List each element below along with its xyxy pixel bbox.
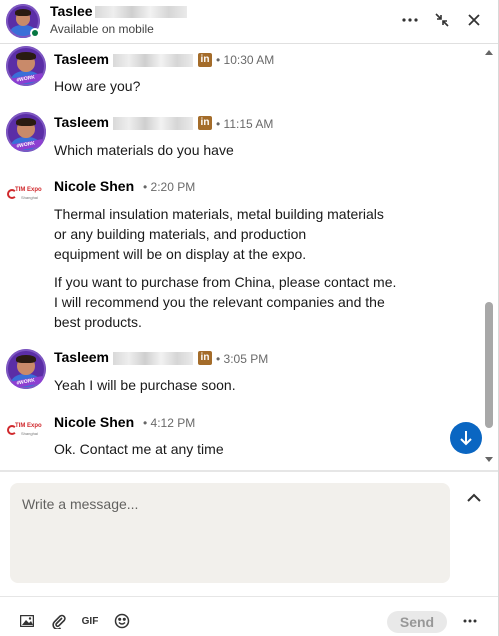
message-text: How are you? bbox=[54, 78, 141, 94]
message-input[interactable]: Write a message... bbox=[10, 483, 450, 583]
company-logo[interactable]: TIM Expo Shanghai bbox=[7, 186, 47, 206]
redacted-name bbox=[94, 6, 187, 19]
linkedin-premium-icon: in bbox=[198, 351, 212, 365]
sender-avatar[interactable]: #WORK bbox=[6, 46, 46, 86]
message-time: • 2:20 PM bbox=[143, 180, 196, 194]
message-text: Yeah I will be purchase soon. bbox=[54, 377, 236, 393]
jump-to-latest-button[interactable] bbox=[450, 422, 482, 454]
sender-name[interactable]: Tasleem bbox=[54, 114, 193, 130]
paperclip-icon bbox=[52, 614, 66, 629]
message-time: • 10:30 AM bbox=[216, 53, 275, 67]
minimize-button[interactable] bbox=[429, 8, 455, 32]
sender-name[interactable]: Tasleem bbox=[54, 51, 193, 67]
contact-status: Available on mobile bbox=[50, 22, 154, 36]
gif-button[interactable]: GIF bbox=[80, 612, 100, 630]
ellipsis-icon bbox=[463, 619, 477, 623]
message-time: • 3:05 PM bbox=[216, 352, 269, 366]
conversation-header: Taslee Available on mobile bbox=[0, 0, 499, 44]
message-time: • 11:15 AM bbox=[216, 117, 274, 131]
message-text: Which materials do you have bbox=[54, 142, 234, 158]
collapse-arrows-icon bbox=[435, 13, 449, 27]
sender-name[interactable]: Tasleem bbox=[54, 349, 193, 365]
ellipsis-icon bbox=[402, 18, 418, 22]
sender-avatar[interactable]: #WORK bbox=[6, 112, 46, 152]
more-options-button[interactable] bbox=[397, 8, 423, 32]
chevron-up-icon bbox=[467, 493, 481, 502]
message-text: Thermal insulation materials, metal buil… bbox=[54, 206, 397, 330]
scroll-up-arrow-icon[interactable] bbox=[485, 50, 493, 55]
online-status-icon bbox=[30, 28, 40, 38]
message-scrollbar[interactable] bbox=[483, 44, 495, 470]
image-icon bbox=[20, 615, 34, 627]
scrollbar-thumb[interactable] bbox=[485, 302, 493, 428]
redacted-name bbox=[113, 351, 193, 365]
company-logo[interactable]: TIM Expo Shanghai bbox=[7, 422, 47, 442]
toolbar-divider bbox=[0, 596, 499, 597]
contact-name[interactable]: Taslee bbox=[50, 3, 187, 19]
close-icon bbox=[468, 14, 480, 26]
message-time: • 4:12 PM bbox=[143, 416, 196, 430]
sender-name[interactable]: Nicole Shen bbox=[54, 178, 134, 194]
close-button[interactable] bbox=[461, 8, 487, 32]
smiley-icon bbox=[114, 613, 130, 629]
sender-name[interactable]: Nicole Shen bbox=[54, 414, 134, 430]
send-button[interactable]: Send bbox=[387, 611, 447, 633]
linkedin-premium-icon: in bbox=[198, 53, 212, 67]
message-input-placeholder: Write a message... bbox=[22, 496, 139, 512]
scroll-down-arrow-icon[interactable] bbox=[485, 457, 493, 462]
redacted-name bbox=[113, 116, 193, 130]
arrow-down-icon bbox=[460, 431, 472, 446]
send-options-button[interactable] bbox=[461, 612, 479, 630]
attach-image-button[interactable] bbox=[18, 612, 36, 630]
redacted-name bbox=[113, 53, 193, 67]
sender-avatar[interactable]: #WORK bbox=[6, 349, 46, 389]
emoji-button[interactable] bbox=[113, 612, 131, 630]
message-text: Ok. Contact me at any time bbox=[54, 441, 224, 457]
message-list[interactable]: #WORK Tasleem in • 10:30 AM How are you?… bbox=[0, 44, 483, 470]
attach-file-button[interactable] bbox=[50, 612, 68, 630]
expand-compose-button[interactable] bbox=[464, 488, 484, 508]
linkedin-premium-icon: in bbox=[198, 116, 212, 130]
gif-icon: GIF bbox=[81, 615, 99, 627]
compose-divider bbox=[0, 470, 499, 472]
